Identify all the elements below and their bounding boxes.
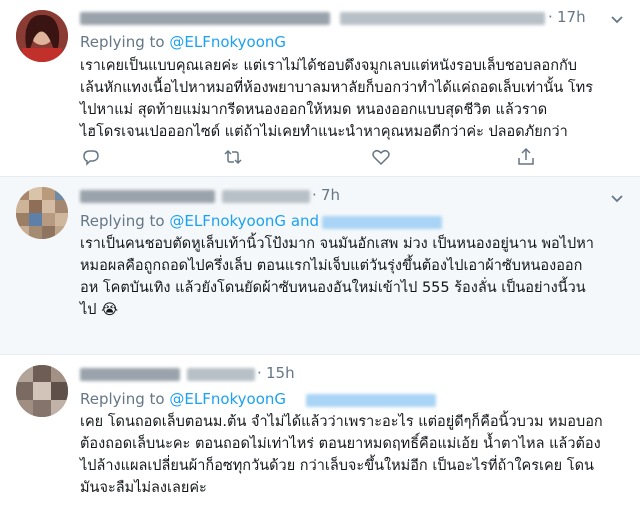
tweet-actions — [0, 146, 640, 168]
tweet-text-fragment: ไป — [80, 302, 97, 318]
chevron-down-icon[interactable] — [608, 10, 626, 28]
replying-handle-link[interactable]: @ELFnokyoonG — [169, 390, 286, 408]
chevron-down-icon[interactable] — [608, 189, 626, 207]
tweet-text-line: เราเป็นคนชอบตัดหูเล็บเท้านิ้วโป้งมาก จนม… — [80, 236, 594, 252]
replying-and: and — [290, 212, 320, 230]
replying-to: Replying to @ELFnokyoonG — [80, 390, 286, 408]
tweet-text-line: ไปหาแม่ สุดท้ายแม่มากรีดหนองออกให้หมด หน… — [80, 102, 548, 118]
blurred-mention[interactable] — [306, 394, 436, 407]
tweet-text-line: มันจะลืมไม่ลงเลยค่ะ — [80, 480, 207, 496]
share-icon[interactable] — [515, 146, 537, 168]
replying-handle-link[interactable]: @ELFnokyoonG — [169, 212, 286, 230]
tweet-time[interactable]: 15h — [266, 364, 295, 382]
tweet-time[interactable]: 17h — [557, 8, 586, 26]
replying-handle-link[interactable]: @ELFnokyoonG — [169, 33, 286, 51]
tweet-text: เราเคยเป็นแบบคุณเลยค่ะ แต่เราไม่ได้ชอบดึ… — [80, 55, 628, 143]
tweet-text-line: เล้นหักแทงเนื้อไปหาหมอที่ห้องพยาบาลมหาลั… — [80, 80, 594, 96]
replying-to: Replying to @ELFnokyoonG — [80, 33, 286, 51]
blurred-display-name[interactable] — [80, 12, 330, 25]
tweet-time[interactable]: 7h — [321, 186, 340, 204]
reply-tweet[interactable]: · 17h Replying to @ELFnokyoonG เราเคยเป็… — [0, 0, 640, 176]
reply-tweet[interactable]: · 7h Replying to @ELFnokyoonG and เราเป็… — [0, 177, 640, 354]
replying-to-label: Replying to — [80, 212, 165, 230]
replying-to-label: Replying to — [80, 33, 165, 51]
avatar[interactable] — [16, 365, 68, 417]
tweet-text-line: ไฮโดรเจนเปอออกไซด์ แต่ถ้าไม่เคยทำแนะนำหา… — [80, 124, 568, 140]
blurred-username — [187, 368, 255, 381]
avatar[interactable] — [16, 10, 68, 62]
blurred-username — [222, 190, 310, 203]
tweet-text: เราเป็นคนชอบตัดหูเล็บเท้านิ้วโป้งมาก จนม… — [80, 233, 628, 321]
replying-to-label: Replying to — [80, 390, 165, 408]
tweet-text-line: ไปล้างแผลเปลี่ยนผ้าก็อซทุกวันด้วย กว่าเล… — [80, 458, 594, 474]
tweet-text: เคย โดนถอดเล็บตอนม.ต้น จำไม่ได้แล้วว่าเพ… — [80, 411, 628, 499]
replying-to: Replying to @ELFnokyoonG and — [80, 212, 319, 230]
tweet-text-line: เราเคยเป็นแบบคุณเลยค่ะ แต่เราไม่ได้ชอบดึ… — [80, 58, 577, 74]
blurred-display-name[interactable] — [80, 368, 180, 381]
crying-face-emoji: 😭 — [101, 302, 119, 318]
reply-tweet[interactable]: · 15h Replying to @ELFnokyoonG เคย โดนถอ… — [0, 355, 640, 532]
separator-dot: · — [548, 8, 553, 26]
separator-dot: · — [257, 364, 262, 382]
tweet-text-line: อห โคตบันเทิง แล้วยังโดนยัดผ้าซับหนองอัน… — [80, 280, 586, 296]
blurred-mention[interactable] — [322, 216, 442, 229]
tweet-text-line: เคย โดนถอดเล็บตอนม.ต้น จำไม่ได้แล้วว่าเพ… — [80, 414, 603, 430]
blurred-display-name[interactable] — [80, 190, 215, 203]
tweet-text-line: ต้องถอดเล็บนะคะ ตอนถอดไม่เท่าไหร่ ตอนยาห… — [80, 436, 601, 452]
blurred-username — [340, 12, 545, 25]
retweet-icon[interactable] — [222, 146, 244, 168]
tweet-text-line: ไป 😭 — [80, 299, 628, 321]
like-icon[interactable] — [370, 146, 392, 168]
avatar[interactable] — [16, 187, 68, 239]
tweet-text-line: หมอผลคือถูกถอดไปครึ่งเล็บ ตอนแรกไม่เจ็บแ… — [80, 258, 583, 274]
reply-icon[interactable] — [80, 146, 102, 168]
separator-dot: · — [312, 186, 317, 204]
